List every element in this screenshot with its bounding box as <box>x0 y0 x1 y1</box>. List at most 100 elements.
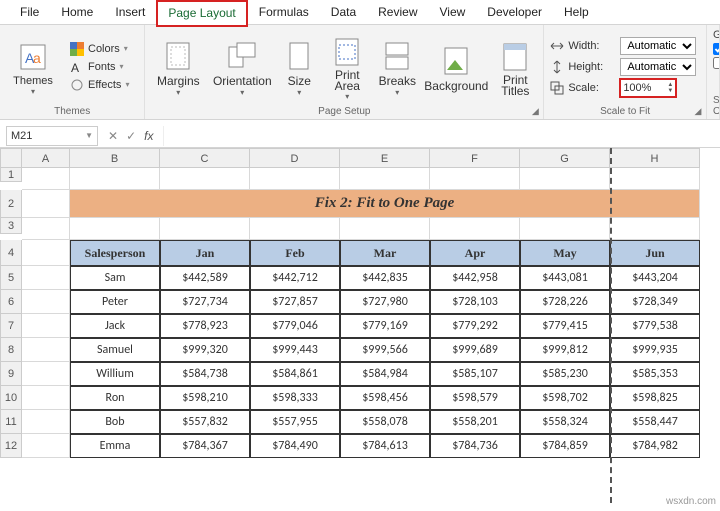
column-header[interactable]: B <box>70 148 160 168</box>
orientation-button[interactable]: Orientation▾ <box>211 29 273 104</box>
svg-text:a: a <box>33 50 41 66</box>
effects-icon <box>70 78 84 92</box>
table-value-cell: $999,443 <box>250 338 340 362</box>
fonts-button[interactable]: A Fonts ▾ <box>66 59 133 75</box>
chevron-down-icon[interactable]: ▼ <box>85 131 93 140</box>
enter-icon[interactable]: ✓ <box>126 129 136 143</box>
tab-view[interactable]: View <box>430 1 476 23</box>
tab-help[interactable]: Help <box>554 1 599 23</box>
row-header[interactable]: 12 <box>0 434 22 458</box>
cell[interactable] <box>250 168 340 190</box>
cell[interactable] <box>160 168 250 190</box>
cell[interactable] <box>340 168 430 190</box>
cell[interactable] <box>70 168 160 190</box>
select-all[interactable] <box>0 148 22 168</box>
row-header[interactable]: 1 <box>0 168 22 182</box>
scale-spinbox[interactable]: 100% ▲▼ <box>620 79 676 97</box>
cell[interactable] <box>22 434 70 458</box>
row-header[interactable]: 7 <box>0 314 22 338</box>
cell[interactable] <box>520 168 610 190</box>
breaks-icon <box>381 40 413 72</box>
cell[interactable] <box>250 218 340 240</box>
cell[interactable] <box>22 338 70 362</box>
table-value-cell: $727,734 <box>160 290 250 314</box>
cell[interactable] <box>22 266 70 290</box>
formula-input[interactable] <box>163 126 720 146</box>
grid[interactable]: ABCDEFGH12Fix 2: Fit to One Page34Salesp… <box>0 148 720 458</box>
cell[interactable] <box>430 168 520 190</box>
scale-launcher[interactable]: ◢ <box>692 105 704 117</box>
table-value-cell: $584,984 <box>340 362 430 386</box>
margins-button[interactable]: Margins▾ <box>151 29 205 104</box>
print-titles-icon <box>499 41 531 73</box>
row-header[interactable]: 2 <box>0 190 22 218</box>
cell[interactable] <box>70 218 160 240</box>
row-header[interactable]: 9 <box>0 362 22 386</box>
tab-review[interactable]: Review <box>368 1 427 23</box>
row-header[interactable]: 4 <box>0 240 22 266</box>
tab-formulas[interactable]: Formulas <box>249 1 319 23</box>
scale-icon <box>550 81 564 95</box>
tab-page-layout[interactable]: Page Layout <box>157 1 246 26</box>
gridlines-view-checkbox[interactable]: View <box>713 43 720 55</box>
row-header[interactable]: 8 <box>0 338 22 362</box>
cell[interactable] <box>22 410 70 434</box>
effects-button[interactable]: Effects ▾ <box>66 77 133 93</box>
cell[interactable] <box>340 218 430 240</box>
margins-label: Margins <box>157 74 200 88</box>
cell[interactable] <box>22 314 70 338</box>
tab-data[interactable]: Data <box>321 1 366 23</box>
page-setup-launcher[interactable]: ◢ <box>529 105 541 117</box>
cell[interactable] <box>22 240 70 266</box>
cell[interactable] <box>160 218 250 240</box>
table-value-cell: $442,958 <box>430 266 520 290</box>
column-header[interactable]: C <box>160 148 250 168</box>
cancel-icon[interactable]: ✕ <box>108 129 118 143</box>
row-header[interactable]: 5 <box>0 266 22 290</box>
cell[interactable] <box>22 190 70 218</box>
table-header: Mar <box>340 240 430 266</box>
column-header[interactable]: E <box>340 148 430 168</box>
gridlines-print-checkbox[interactable]: Print <box>713 57 720 69</box>
column-header[interactable]: G <box>520 148 610 168</box>
cell[interactable] <box>520 218 610 240</box>
name-box[interactable]: M21 ▼ <box>6 126 98 146</box>
cell[interactable] <box>22 386 70 410</box>
width-select[interactable]: Automatic <box>620 37 696 55</box>
column-header[interactable]: A <box>22 148 70 168</box>
tab-home[interactable]: Home <box>51 1 103 23</box>
print-titles-button[interactable]: Print Titles <box>493 29 537 104</box>
cell[interactable] <box>610 168 700 190</box>
cell[interactable] <box>22 168 70 190</box>
table-value-cell: $584,861 <box>250 362 340 386</box>
colors-button[interactable]: Colors ▾ <box>66 41 133 57</box>
tab-file[interactable]: File <box>10 1 49 23</box>
size-icon <box>283 40 315 72</box>
column-header[interactable]: D <box>250 148 340 168</box>
row-header[interactable]: 10 <box>0 386 22 410</box>
cell[interactable] <box>610 218 700 240</box>
tab-insert[interactable]: Insert <box>105 1 155 23</box>
cell[interactable] <box>22 218 70 240</box>
row-header[interactable]: 6 <box>0 290 22 314</box>
column-header[interactable]: H <box>610 148 700 168</box>
themes-button[interactable]: Aa Themes ▾ <box>6 29 60 104</box>
table-value-cell: $999,812 <box>520 338 610 362</box>
tab-developer[interactable]: Developer <box>477 1 552 23</box>
breaks-button[interactable]: Breaks▾ <box>375 29 419 104</box>
row-header[interactable]: 11 <box>0 410 22 434</box>
cell[interactable] <box>22 362 70 386</box>
column-header[interactable]: F <box>430 148 520 168</box>
row-header[interactable]: 3 <box>0 218 22 234</box>
cell[interactable] <box>430 218 520 240</box>
print-area-button[interactable]: Print Area▾ <box>325 29 369 104</box>
background-button[interactable]: Background <box>425 29 487 104</box>
table-value-cell: $585,107 <box>430 362 520 386</box>
size-button[interactable]: Size▾ <box>279 29 319 104</box>
fx-icon[interactable]: fx <box>144 129 153 143</box>
table-value-cell: $778,923 <box>160 314 250 338</box>
cell[interactable] <box>22 290 70 314</box>
spin-arrows-icon[interactable]: ▲▼ <box>667 82 673 94</box>
ribbon-tabs: File Home Insert Page Layout Formulas Da… <box>0 0 720 25</box>
height-select[interactable]: Automatic <box>620 58 696 76</box>
